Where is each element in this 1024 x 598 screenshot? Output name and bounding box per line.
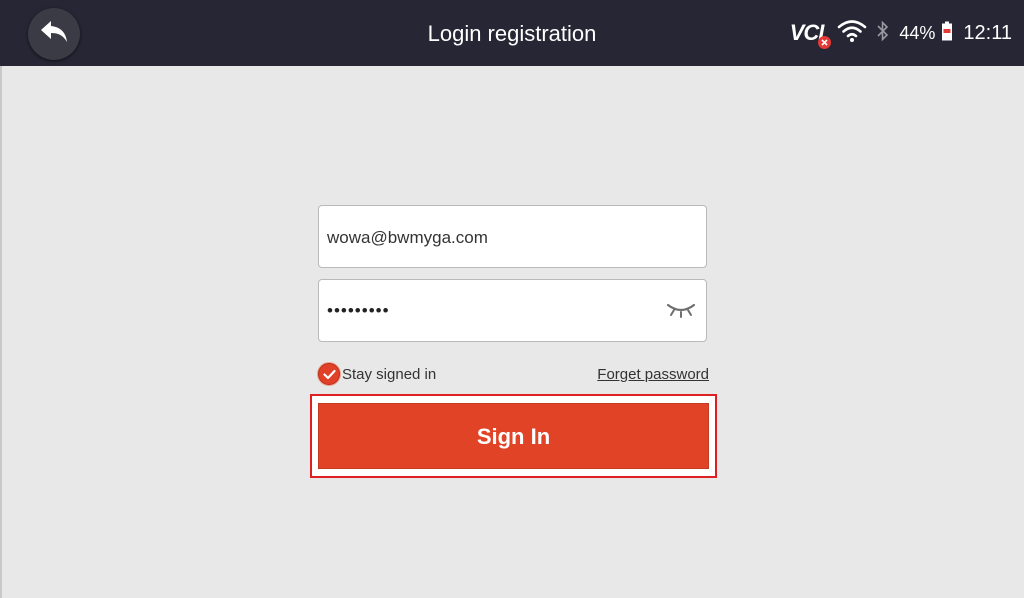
vci-status: VCI	[790, 20, 832, 49]
email-field[interactable]: wowa@bwmyga.com	[318, 205, 707, 268]
clock: 12:11	[963, 21, 1012, 44]
email-value: wowa@bwmyga.com	[327, 228, 488, 247]
battery-icon	[941, 21, 953, 46]
eye-closed-icon[interactable]	[666, 301, 696, 321]
password-field[interactable]: •••••••••	[318, 279, 707, 342]
back-button[interactable]	[28, 8, 80, 60]
top-bar: Login registration VCI 44% 12:11	[0, 0, 1024, 66]
status-bar: VCI 44% 12:11	[790, 0, 1012, 66]
stay-signed-in-label: Stay signed in	[342, 365, 437, 383]
checkmark-icon	[318, 363, 340, 385]
password-value: •••••••••	[327, 301, 390, 320]
vci-disconnected-icon	[818, 36, 832, 49]
battery-percent: 44%	[899, 22, 936, 43]
stay-signed-in-checkbox[interactable]: Stay signed in	[318, 362, 436, 386]
left-edge-divider	[0, 66, 2, 598]
bluetooth-icon	[877, 20, 889, 47]
wifi-icon	[837, 19, 867, 48]
back-arrow-icon	[39, 19, 69, 50]
sign-in-button[interactable]: Sign In	[318, 403, 709, 469]
forget-password-link[interactable]: Forget password	[597, 366, 709, 383]
